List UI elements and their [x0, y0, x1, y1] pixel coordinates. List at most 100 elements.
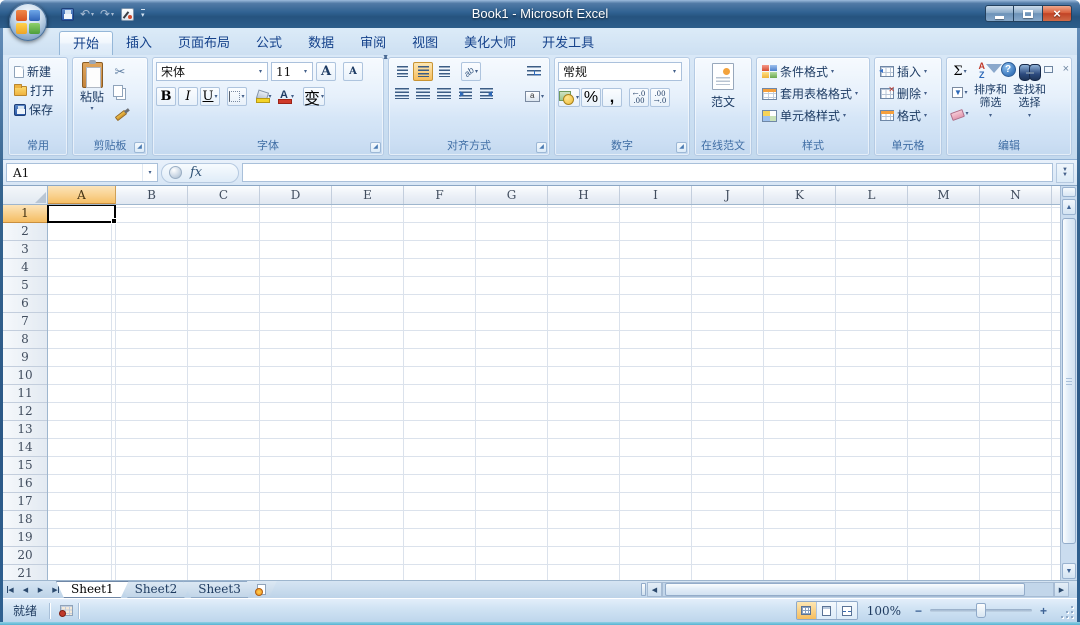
- align-bottom-button[interactable]: [434, 62, 454, 81]
- column-header[interactable]: L: [836, 186, 908, 204]
- new-button[interactable]: 新建: [12, 62, 64, 81]
- normal-view-button[interactable]: [796, 602, 817, 619]
- row-header[interactable]: 14: [3, 439, 47, 457]
- name-box[interactable]: A1 ▾: [6, 163, 158, 182]
- number-dialog-launcher[interactable]: ◢: [676, 142, 687, 153]
- insert-cells-button[interactable]: 插入▾: [878, 62, 938, 81]
- merge-center-button[interactable]: ▾: [524, 87, 545, 106]
- number-format-dropdown-icon[interactable]: ▾: [668, 68, 681, 75]
- delete-cells-button[interactable]: 删除▾: [878, 84, 938, 103]
- zoom-out-button[interactable]: −: [910, 603, 927, 619]
- workbook-minimize-icon[interactable]: [1025, 71, 1034, 74]
- sheet-tab[interactable]: Sheet1: [56, 581, 129, 598]
- insert-function-button[interactable]: fx: [161, 162, 239, 183]
- borders-button[interactable]: ▾: [227, 87, 247, 106]
- row-header[interactable]: 18: [3, 511, 47, 529]
- zoom-slider-track[interactable]: [930, 603, 1032, 618]
- column-header[interactable]: A: [48, 186, 116, 204]
- ribbon-tab[interactable]: 视图: [399, 31, 451, 55]
- decrease-indent-button[interactable]: [455, 84, 475, 103]
- clear-button[interactable]: ▾: [950, 104, 970, 123]
- format-cells-button[interactable]: 格式 ▾: [878, 106, 938, 125]
- horizontal-scroll-track[interactable]: [662, 582, 1054, 597]
- wrap-text-button[interactable]: [524, 62, 544, 81]
- paste-dropdown-icon[interactable]: ▾: [90, 105, 93, 112]
- row-header[interactable]: 8: [3, 331, 47, 349]
- row-header[interactable]: 20: [3, 547, 47, 565]
- cell-styles-button[interactable]: 单元格样式 ▾: [760, 106, 866, 125]
- tab-split-handle[interactable]: [641, 583, 646, 596]
- row-header[interactable]: 3: [3, 241, 47, 259]
- zoom-slider-thumb[interactable]: [976, 603, 986, 618]
- help-icon[interactable]: ?: [1000, 62, 1016, 77]
- column-header[interactable]: I: [620, 186, 692, 204]
- workbook-restore-icon[interactable]: [1043, 66, 1053, 73]
- first-sheet-button[interactable]: ◀: [3, 581, 18, 598]
- scroll-down-button[interactable]: ▼: [1062, 563, 1076, 579]
- row-header[interactable]: 19: [3, 529, 47, 547]
- cells-area[interactable]: [47, 205, 1060, 580]
- ribbon-tab[interactable]: 页面布局: [165, 31, 243, 55]
- sheet-tab[interactable]: Sheet2: [120, 581, 193, 598]
- fill-button[interactable]: ▼ ▾: [950, 83, 970, 102]
- align-left-button[interactable]: [392, 84, 412, 103]
- increase-indent-button[interactable]: [476, 84, 496, 103]
- align-center-button[interactable]: [413, 84, 433, 103]
- align-middle-button[interactable]: [413, 62, 433, 81]
- open-button[interactable]: 打开: [12, 81, 64, 100]
- vertical-scroll-thumb[interactable]: [1062, 218, 1076, 544]
- shrink-font-button[interactable]: A ▼: [343, 54, 389, 81]
- vertical-scroll-track[interactable]: [1062, 216, 1076, 562]
- minimize-button[interactable]: [985, 5, 1014, 22]
- row-header[interactable]: 12: [3, 403, 47, 421]
- workbook-close-icon[interactable]: ×: [1063, 64, 1069, 75]
- close-button[interactable]: ×: [1043, 5, 1072, 22]
- record-macro-button[interactable]: [54, 602, 78, 620]
- row-header[interactable]: 6: [3, 295, 47, 313]
- font-dialog-launcher[interactable]: ◢: [370, 142, 381, 153]
- page-break-view-button[interactable]: [836, 602, 857, 619]
- clipboard-dialog-launcher[interactable]: ◢: [134, 142, 145, 153]
- zoom-in-button[interactable]: +: [1035, 603, 1052, 619]
- ribbon-tab[interactable]: 插入: [113, 31, 165, 55]
- ribbon-tab[interactable]: 数据: [295, 31, 347, 55]
- number-format-select[interactable]: 常规 ▾: [558, 62, 682, 81]
- font-color-button[interactable]: A ▾: [276, 87, 296, 106]
- column-header[interactable]: N: [980, 186, 1052, 204]
- scroll-right-button[interactable]: ▶: [1054, 582, 1069, 597]
- scroll-up-button[interactable]: ▲: [1062, 199, 1076, 215]
- row-header[interactable]: 17: [3, 493, 47, 511]
- row-header[interactable]: 2: [3, 223, 47, 241]
- copy-button[interactable]: [110, 83, 130, 102]
- align-top-button[interactable]: [392, 62, 412, 81]
- font-size-dropdown-icon[interactable]: ▾: [299, 68, 312, 75]
- vertical-scrollbar[interactable]: ▲ ▼: [1060, 186, 1077, 580]
- row-header[interactable]: 7: [3, 313, 47, 331]
- select-all-corner[interactable]: [3, 186, 48, 204]
- row-header[interactable]: 11: [3, 385, 47, 403]
- scroll-left-button[interactable]: ◀: [647, 582, 662, 597]
- format-painter-button[interactable]: [110, 104, 130, 123]
- row-header[interactable]: 1: [3, 205, 47, 223]
- row-header[interactable]: 15: [3, 457, 47, 475]
- resize-grip[interactable]: [1058, 603, 1074, 619]
- increase-decimal-button[interactable]: ←.0 .00: [629, 88, 650, 107]
- italic-button[interactable]: I: [178, 87, 198, 106]
- ribbon-tab[interactable]: 美化大师: [451, 31, 529, 55]
- fill-color-button[interactable]: ▾: [254, 87, 274, 106]
- office-button[interactable]: [9, 3, 47, 41]
- cut-button[interactable]: ✂: [110, 62, 130, 81]
- name-box-dropdown-icon[interactable]: ▾: [142, 164, 157, 181]
- column-header[interactable]: E: [332, 186, 404, 204]
- row-header[interactable]: 21: [3, 565, 47, 580]
- comma-style-button[interactable]: ,: [602, 88, 623, 107]
- paste-button[interactable]: 粘贴 ▾: [76, 60, 108, 139]
- ribbon-tab[interactable]: 公式: [243, 31, 295, 55]
- prev-sheet-button[interactable]: ◀: [18, 581, 33, 598]
- autosum-button[interactable]: Σ ▾: [950, 62, 970, 81]
- ribbon-tab[interactable]: 开发工具: [529, 31, 607, 55]
- row-header[interactable]: 10: [3, 367, 47, 385]
- decrease-decimal-button[interactable]: .00 →.0: [650, 88, 671, 107]
- percent-style-button[interactable]: %: [581, 88, 602, 107]
- sample-doc-button[interactable]: 范文: [698, 62, 748, 110]
